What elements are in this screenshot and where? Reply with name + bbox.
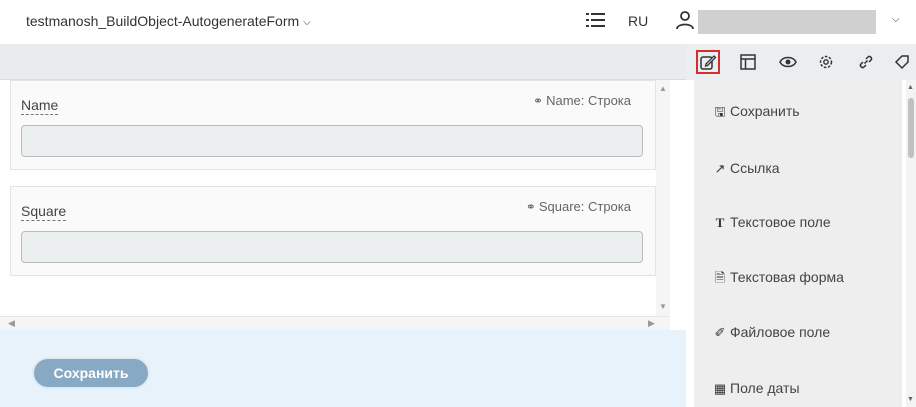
save-button[interactable]: Сохранить [32, 357, 150, 389]
user-menu-chevron-icon[interactable]: ⌵ [892, 14, 900, 25]
text-input[interactable] [21, 125, 643, 157]
app-title: testmanosh_BuildObject-AutogenerateForm [26, 13, 300, 29]
link-icon[interactable] [854, 50, 878, 74]
edit-icon[interactable] [696, 50, 720, 74]
scroll-down-icon[interactable]: ▼ [907, 396, 914, 403]
scroll-right-icon[interactable]: ▶ [648, 318, 655, 329]
link-icon: ⚭ [533, 94, 544, 108]
save-icon: 🖫 [714, 104, 726, 119]
field-square: Square ⚭ Square: Строка [10, 186, 656, 276]
palette-item-text-field[interactable]: T Текстовое поле [712, 214, 831, 231]
scroll-left-icon[interactable]: ◀ [8, 318, 15, 329]
text-icon: T [715, 215, 725, 230]
field-hint: ⚭ Name: Строка [533, 93, 631, 108]
palette-item-file-field[interactable]: ✐ Файловое поле [712, 324, 831, 341]
user-name-redacted [698, 10, 876, 34]
paperclip-icon: ✐ [714, 325, 726, 340]
external-link-icon: ↗ [714, 161, 726, 176]
tag-icon[interactable] [892, 50, 912, 74]
field-hint: ⚭ Square: Строка [525, 199, 631, 214]
scrollbar-thumb[interactable] [908, 98, 914, 158]
palette-scrollbar[interactable]: ▲ ▼ [906, 80, 916, 407]
list-icon[interactable] [586, 11, 606, 29]
form-horizontal-scrollbar[interactable]: ◀ ▶ [0, 316, 670, 330]
user-icon[interactable] [676, 10, 694, 30]
chevron-down-icon: ⌵ [303, 17, 311, 28]
language-switch[interactable]: RU [628, 13, 648, 29]
top-bar: testmanosh_BuildObject-AutogenerateForm ⌵… [0, 0, 916, 44]
document-icon: 🗎 [714, 270, 726, 285]
eye-icon[interactable] [776, 50, 800, 74]
palette-item-save[interactable]: 🖫 Сохранить [712, 103, 799, 125]
palette-item-date-field[interactable]: ▦ Поле даты [712, 380, 800, 397]
scroll-up-icon[interactable]: ▲ [659, 84, 667, 93]
gear-icon[interactable] [814, 50, 838, 74]
calendar-icon: ▦ [713, 381, 727, 396]
scroll-up-icon[interactable]: ▲ [907, 84, 914, 91]
element-palette [694, 80, 902, 407]
form-vertical-scrollbar[interactable]: ▲ ▼ [656, 80, 670, 316]
field-label: Name [21, 97, 59, 115]
form-header-band [0, 44, 686, 80]
field-name: Name ⚭ Name: Строка [10, 80, 656, 170]
palette-item-text-form[interactable]: 🗎 Текстовая форма [712, 269, 844, 291]
field-label: Square [21, 203, 67, 221]
text-input[interactable] [21, 231, 643, 263]
layout-icon[interactable] [736, 50, 760, 74]
link-icon: ⚭ [525, 200, 536, 214]
scroll-down-icon[interactable]: ▼ [659, 302, 667, 311]
palette-item-link[interactable]: ↗ Ссылка [712, 160, 780, 177]
app-selector[interactable]: testmanosh_BuildObject-AutogenerateForm ⌵ [26, 13, 311, 29]
